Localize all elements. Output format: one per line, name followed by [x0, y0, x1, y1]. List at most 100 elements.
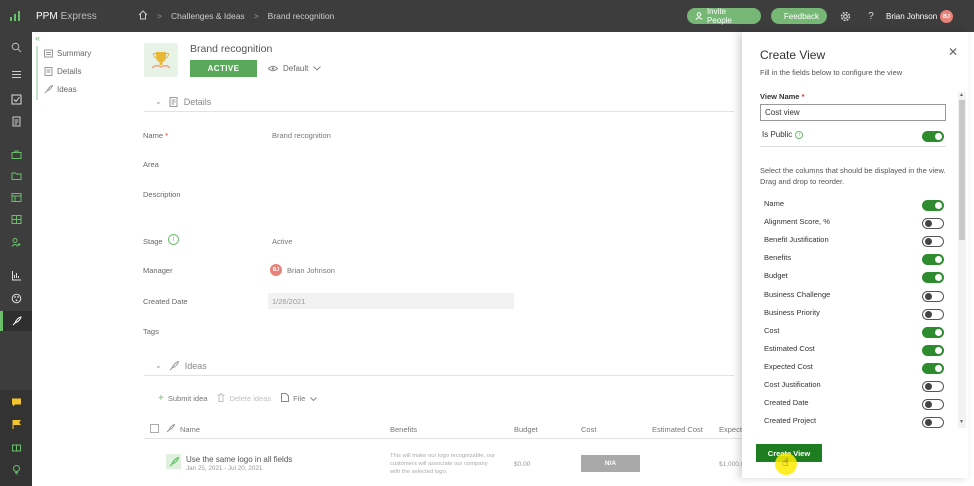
column-toggle-row[interactable]: Benefit Justification — [764, 235, 944, 249]
col-header-cost[interactable]: Cost — [581, 425, 596, 434]
column-toggle-row[interactable]: Cost Justification — [764, 380, 944, 394]
resource-icon[interactable] — [9, 235, 23, 249]
help-icon[interactable]: ? — [864, 9, 878, 23]
grid-icon[interactable] — [9, 212, 23, 226]
checkbox-list-icon[interactable] — [9, 92, 23, 106]
column-toggle-row[interactable]: Cost — [764, 326, 944, 340]
column-label: Expected Cost — [764, 361, 813, 371]
column-toggle[interactable] — [922, 308, 944, 320]
column-label: Benefit Justification — [764, 235, 829, 245]
column-toggle[interactable] — [922, 399, 944, 411]
bar-chart-logo-icon — [8, 9, 22, 23]
subnav-item-ideas[interactable]: Ideas — [44, 85, 77, 94]
view-name-input[interactable] — [760, 104, 946, 121]
idea-budget: $0.00 — [514, 461, 531, 468]
stage-value[interactable]: Active — [272, 237, 292, 246]
menu-icon[interactable] — [9, 67, 23, 81]
view-dropdown[interactable]: Default — [268, 60, 322, 77]
briefcase-icon[interactable] — [9, 147, 23, 161]
column-toggle[interactable] — [922, 362, 944, 374]
app-subname: Express — [60, 10, 97, 22]
gear-icon[interactable] — [838, 9, 852, 23]
column-toggle-row[interactable]: Estimated Cost — [764, 344, 944, 358]
chevron-down-icon — [313, 66, 322, 71]
invite-people-button[interactable]: Invite People — [687, 7, 761, 25]
details-icon — [44, 67, 53, 76]
scrollbar-thumb[interactable] — [959, 100, 965, 240]
info-icon[interactable]: i — [795, 130, 804, 139]
column-toggle[interactable] — [922, 417, 944, 429]
home-icon[interactable] — [138, 10, 148, 22]
column-toggle-row[interactable]: Created Project — [764, 416, 944, 430]
column-toggle-row[interactable]: Benefits — [764, 253, 944, 267]
column-toggle-row[interactable]: Name — [764, 199, 944, 213]
column-label: Benefits — [764, 253, 792, 263]
column-toggle-row[interactable]: Created Date — [764, 398, 944, 412]
collapse-icon[interactable]: « — [35, 33, 40, 43]
report-icon[interactable] — [9, 268, 23, 282]
ideas-section-header[interactable]: ⌄ Ideas — [144, 356, 734, 376]
flag-icon[interactable] — [9, 417, 23, 431]
board-icon[interactable] — [9, 190, 23, 204]
left-nav-bottom — [0, 390, 32, 486]
subnav-item-summary[interactable]: Summary — [44, 49, 91, 58]
breadcrumb-challenges[interactable]: Challenges & Ideas — [171, 11, 245, 21]
column-toggle-row[interactable]: Budget — [764, 271, 944, 285]
rocket-icon[interactable] — [9, 314, 23, 328]
scroll-up-icon[interactable]: ▲ — [959, 92, 964, 98]
manager-value[interactable]: Brian Johnson — [287, 266, 335, 275]
chat-icon[interactable] — [9, 395, 23, 409]
user-avatar[interactable]: BJ — [940, 10, 953, 23]
column-toggle-row[interactable]: Business Challenge — [764, 290, 944, 304]
lightbulb-icon[interactable] — [9, 462, 23, 476]
top-bar: PPM Express > Challenges & Ideas > Brand… — [0, 0, 974, 32]
column-toggle[interactable] — [922, 200, 944, 211]
col-header-name[interactable]: Name — [180, 425, 200, 434]
created-date-label: Created Date — [143, 297, 188, 306]
submit-idea-button[interactable]: + Submit idea — [158, 393, 207, 404]
status-button[interactable]: ACTIVE — [190, 60, 257, 77]
folder-icon[interactable] — [9, 168, 23, 182]
col-header-expected[interactable]: Expect — [719, 425, 742, 434]
column-toggle[interactable] — [922, 290, 944, 302]
col-header-estimated-cost[interactable]: Estimated Cost — [652, 425, 703, 434]
column-toggle[interactable] — [922, 236, 944, 248]
subnav-item-details[interactable]: Details — [44, 67, 81, 76]
column-toggle[interactable] — [922, 218, 944, 230]
select-all-checkbox[interactable] — [150, 424, 159, 433]
info-icon[interactable]: i — [168, 234, 179, 245]
file-menu-button[interactable]: File — [281, 392, 318, 404]
idea-benefits: This will make our logo recognizable, ou… — [390, 453, 496, 475]
user-name[interactable]: Brian Johnson — [886, 0, 937, 32]
close-icon[interactable]: ✕ — [948, 45, 958, 59]
column-toggle-row[interactable]: Expected Cost — [764, 362, 944, 376]
is-public-toggle[interactable] — [922, 131, 944, 142]
name-value[interactable]: Brand recognition — [272, 131, 331, 140]
column-toggle[interactable] — [922, 272, 944, 284]
document-icon[interactable] — [9, 114, 23, 128]
column-toggle-row[interactable]: Alignment Score, % — [764, 217, 944, 231]
table-row[interactable]: Use the same logo in all fields Jan 25, … — [144, 450, 744, 480]
col-header-budget[interactable]: Budget — [514, 425, 538, 434]
idea-name[interactable]: Use the same logo in all fields — [186, 455, 292, 464]
palette-icon[interactable] — [9, 291, 23, 305]
rocket-icon — [166, 423, 176, 435]
gift-icon[interactable] — [9, 439, 23, 453]
column-label: Budget — [764, 271, 788, 281]
column-toggle[interactable] — [922, 254, 944, 266]
rocket-icon — [44, 85, 53, 94]
details-section-header[interactable]: ⌄ Details — [144, 92, 734, 112]
column-toggle-row[interactable]: Business Priority — [764, 308, 944, 322]
column-toggle[interactable] — [922, 326, 944, 338]
panel-title: Create View — [760, 48, 826, 62]
feedback-button[interactable]: Feedback — [771, 8, 827, 24]
app-name: PPM — [36, 10, 58, 22]
column-toggle[interactable] — [922, 381, 944, 392]
scroll-down-icon[interactable]: ▼ — [959, 419, 964, 425]
delete-ideas-button[interactable]: Delete ideas — [217, 392, 271, 404]
column-toggle[interactable] — [922, 344, 944, 356]
brand[interactable]: PPM Express — [8, 0, 97, 32]
col-header-benefits[interactable]: Benefits — [390, 425, 417, 434]
panel-scrollbar[interactable]: ▲ ▼ — [958, 92, 966, 428]
search-icon[interactable] — [9, 40, 23, 54]
